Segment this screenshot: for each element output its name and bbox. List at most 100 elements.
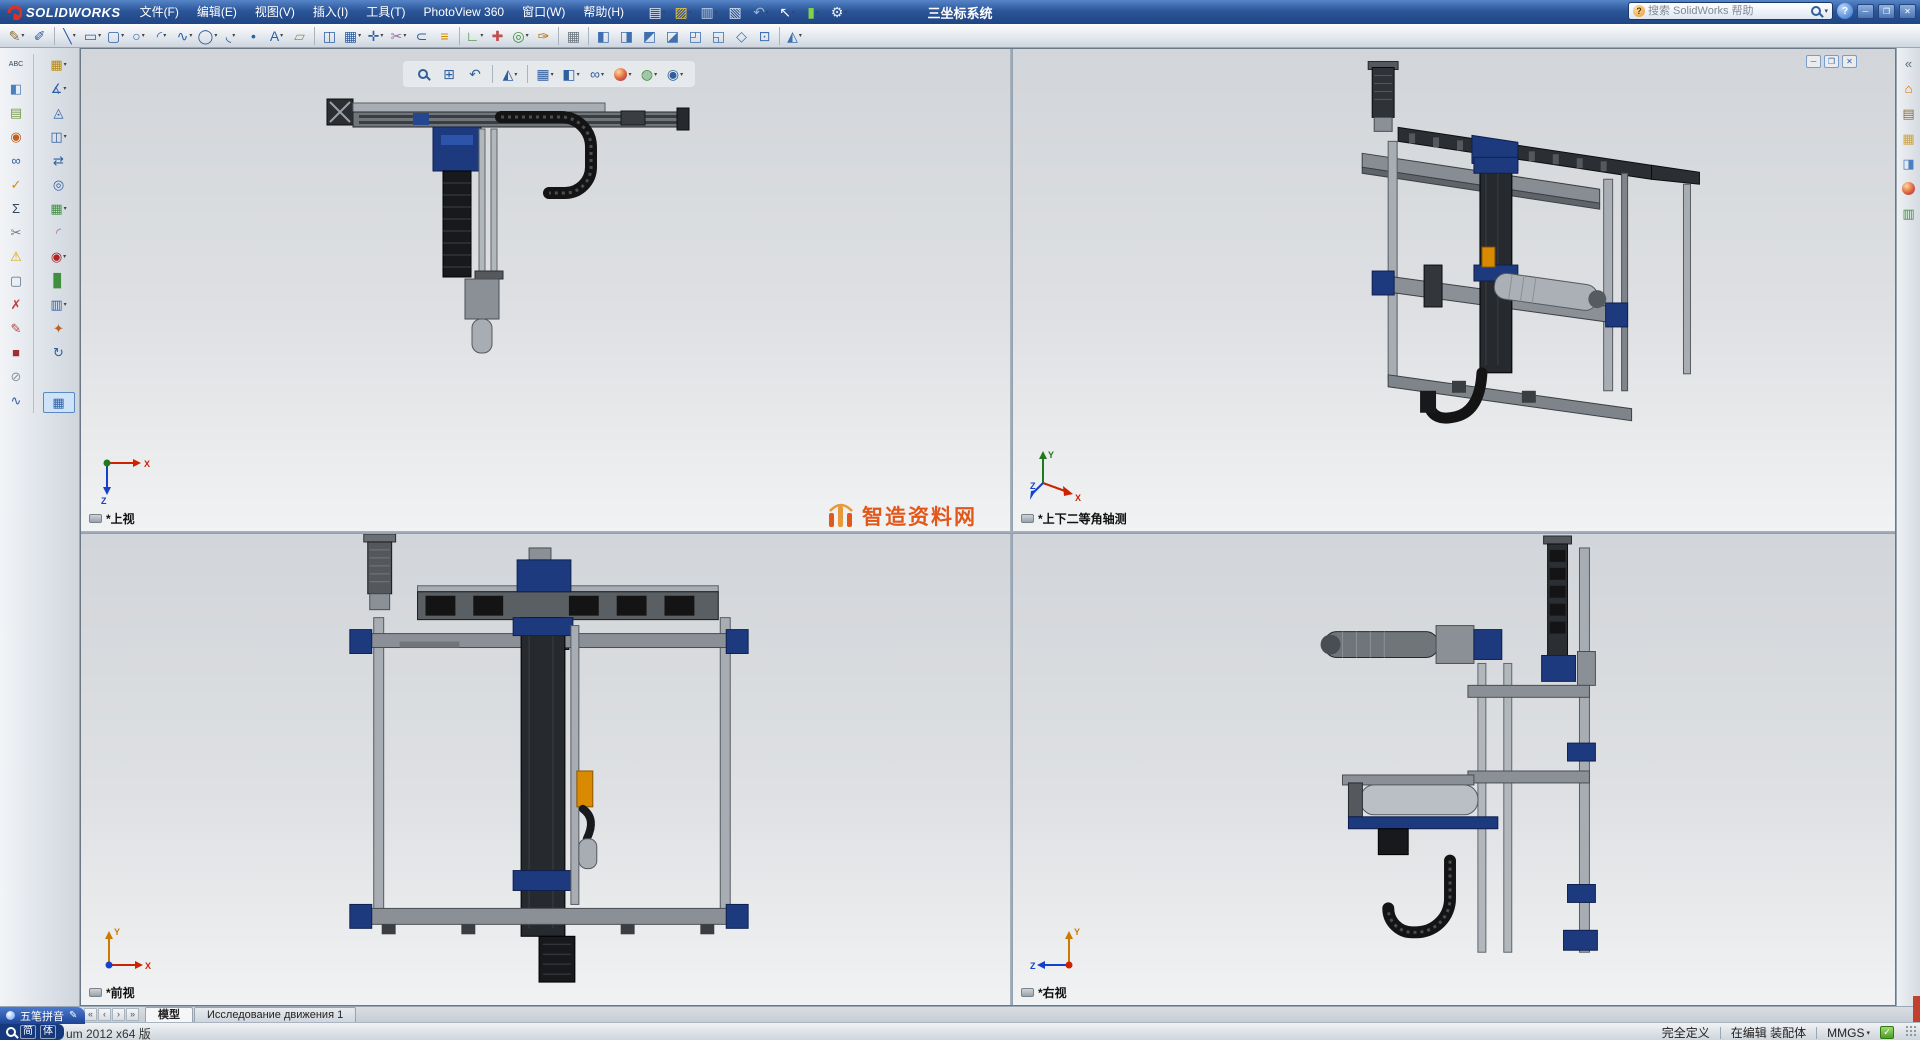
- feature-box-icon[interactable]: ▢: [3, 270, 29, 291]
- apply-scene-icon[interactable]: ◍▾: [637, 64, 661, 85]
- collapse-taskpane-icon[interactable]: «: [1900, 54, 1918, 72]
- normal-to-icon[interactable]: ⊡: [753, 25, 776, 46]
- options-icon[interactable]: ⚙▾: [827, 2, 851, 22]
- rebuild-icon[interactable]: ▮▾: [801, 2, 825, 22]
- compare-documents-icon[interactable]: ◧: [3, 78, 29, 99]
- undo-icon[interactable]: ↶▾: [749, 2, 773, 22]
- ime-search-icon[interactable]: [6, 1027, 16, 1037]
- grid-system-icon[interactable]: ▦: [562, 25, 585, 46]
- search-dropdown-icon[interactable]: ▾: [1824, 7, 1828, 15]
- simulation-advisor-icon[interactable]: ✦: [43, 318, 75, 339]
- trim-tool-icon[interactable]: ✂: [3, 222, 29, 243]
- repair-sketch-icon[interactable]: ✚: [486, 25, 509, 46]
- resize-grip[interactable]: [1905, 1025, 1918, 1038]
- save-icon[interactable]: ▥▾: [697, 2, 721, 22]
- mass-properties-icon[interactable]: ◬: [43, 102, 75, 123]
- zoom-to-fit-icon[interactable]: [411, 64, 435, 85]
- file-explorer-icon[interactable]: ▦: [1900, 129, 1918, 147]
- menu-2[interactable]: 编辑(E): [188, 0, 246, 24]
- display-style-icon[interactable]: ◧▾: [559, 64, 583, 85]
- line-icon[interactable]: ╲▾: [58, 25, 81, 46]
- slot-icon[interactable]: ▢▾: [104, 25, 127, 46]
- ime-traditional-toggle[interactable]: 体: [40, 1025, 56, 1039]
- menu-3[interactable]: 视图(V): [246, 0, 304, 24]
- custom-properties-icon[interactable]: ▥: [1900, 204, 1918, 222]
- mirror-entities-icon[interactable]: ◫: [318, 25, 341, 46]
- circle-icon[interactable]: ○▾: [127, 25, 150, 46]
- view-palette-icon[interactable]: ◨: [1900, 154, 1918, 172]
- ime-simplified-toggle[interactable]: 简: [20, 1025, 36, 1039]
- help-button[interactable]: ?: [1837, 3, 1853, 19]
- ime-name-row[interactable]: 五笔拼音 ✎: [0, 1007, 85, 1024]
- viewport-divider-vertical[interactable]: [1010, 49, 1013, 1005]
- statistics-icon[interactable]: ▊: [43, 270, 75, 291]
- viewport-front-view[interactable]: Y X *前视: [81, 534, 1010, 1005]
- view-top-icon[interactable]: ◰: [684, 25, 707, 46]
- spline-icon[interactable]: ∿▾: [173, 25, 196, 46]
- curve-tool-icon[interactable]: ∿: [3, 390, 29, 411]
- cad-model-dimetric-view[interactable]: [1013, 49, 1895, 531]
- solidworks-resources-icon[interactable]: ⌂: [1900, 79, 1918, 97]
- viewport-right-view[interactable]: Y Z *右视: [1013, 534, 1895, 1005]
- cad-model-top-view[interactable]: [81, 49, 1010, 531]
- rectangle-icon[interactable]: ▭▾: [81, 25, 104, 46]
- menu-7[interactable]: 窗口(W): [513, 0, 574, 24]
- view-orientation-icon[interactable]: ▦▾: [533, 64, 557, 85]
- rapid-sketch-icon[interactable]: ✑: [532, 25, 555, 46]
- menu-5[interactable]: 工具(T): [357, 0, 414, 24]
- viewport-close-icon[interactable]: ✕: [1842, 55, 1857, 68]
- tab-2[interactable]: Исследование движения 1: [194, 1007, 356, 1022]
- viewport-dimetric-view[interactable]: Y X Z *上下二等角轴测: [1013, 49, 1895, 531]
- ime-pen-icon[interactable]: ✎: [69, 1010, 77, 1021]
- trim-entities-icon[interactable]: ✂▾: [387, 25, 410, 46]
- viewport-restore-icon[interactable]: ❐: [1824, 55, 1839, 68]
- close-button[interactable]: ✕: [1899, 4, 1916, 19]
- publish-edrawings-icon[interactable]: ◉: [3, 126, 29, 147]
- arc-icon[interactable]: ◜▾: [150, 25, 173, 46]
- design-library-folder-icon[interactable]: ▦▾: [43, 54, 75, 75]
- point-icon[interactable]: •: [242, 25, 265, 46]
- open-icon[interactable]: ▨▾: [671, 2, 695, 22]
- view-front-icon[interactable]: ◧: [592, 25, 615, 46]
- tab-scroll-next-icon[interactable]: ›: [112, 1008, 125, 1021]
- delete-face-icon[interactable]: ✗: [3, 294, 29, 315]
- menu-8[interactable]: 帮助(H): [574, 0, 633, 24]
- view-back-icon[interactable]: ◨: [615, 25, 638, 46]
- select-pointer-icon[interactable]: ↖▾: [775, 2, 799, 22]
- zoom-to-area-icon[interactable]: ⊞: [437, 64, 461, 85]
- offset-entities-icon[interactable]: ≡: [433, 25, 456, 46]
- minimize-button[interactable]: ─: [1857, 4, 1874, 19]
- text-icon[interactable]: A▾: [265, 25, 288, 46]
- menu-6[interactable]: PhotoView 360: [415, 0, 514, 24]
- search-input[interactable]: [1648, 5, 1808, 17]
- view-right-icon[interactable]: ◪: [661, 25, 684, 46]
- ellipse-icon[interactable]: ◯▾: [196, 25, 219, 46]
- interference-detection-icon[interactable]: ◫▾: [43, 126, 75, 147]
- sketch-icon[interactable]: ✎▾: [5, 25, 28, 46]
- display-relations-icon[interactable]: ∟▾: [463, 25, 486, 46]
- view-left-icon[interactable]: ◩: [638, 25, 661, 46]
- hide-show-items-icon[interactable]: ∞▾: [585, 64, 609, 85]
- sensor-icon[interactable]: ◉▾: [43, 246, 75, 267]
- clearance-verification-icon[interactable]: ⇄: [43, 150, 75, 171]
- previous-view-icon[interactable]: ↶: [463, 64, 487, 85]
- cad-model-right-view[interactable]: [1013, 534, 1895, 1005]
- hole-alignment-icon[interactable]: ◎: [43, 174, 75, 195]
- print-icon[interactable]: ▧: [723, 2, 747, 22]
- block-tool-icon[interactable]: ■: [3, 342, 29, 363]
- view-isometric-icon[interactable]: ◇: [730, 25, 753, 46]
- cad-model-front-view[interactable]: [81, 534, 1010, 1005]
- design-library-icon[interactable]: ▤: [1900, 104, 1918, 122]
- tab-scroll-prev-icon[interactable]: ‹: [98, 1008, 111, 1021]
- spell-checker-icon[interactable]: ABC: [3, 54, 29, 75]
- hyperlink-icon[interactable]: ∞: [3, 150, 29, 171]
- four-viewport-icon[interactable]: ▦: [43, 392, 75, 413]
- measure-icon[interactable]: ∡▾: [43, 78, 75, 99]
- viewport-divider-horizontal[interactable]: [81, 531, 1895, 534]
- curvature-icon[interactable]: ◜: [43, 222, 75, 243]
- search-icon[interactable]: [1811, 6, 1821, 16]
- import-diagnostics-icon[interactable]: ⚠: [3, 246, 29, 267]
- tab-scroll-last-icon[interactable]: »: [126, 1008, 139, 1021]
- smart-dimension-icon[interactable]: ✐: [28, 25, 51, 46]
- menu-4[interactable]: 插入(I): [304, 0, 357, 24]
